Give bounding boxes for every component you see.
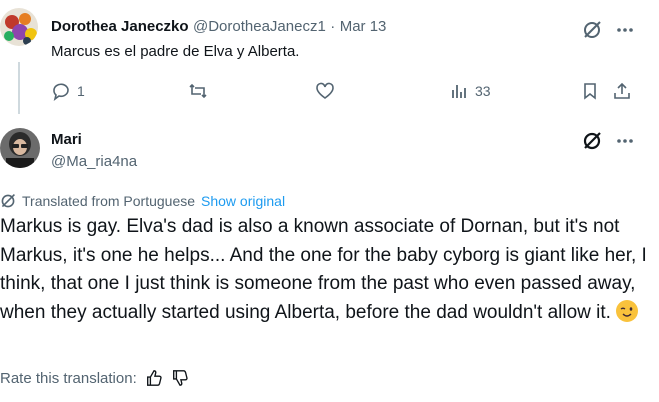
grok-icon[interactable] bbox=[582, 20, 602, 45]
retweet-button[interactable] bbox=[188, 80, 208, 102]
author-name[interactable]: Dorothea Janeczko bbox=[51, 18, 189, 35]
winking-face-emoji bbox=[616, 299, 639, 322]
thumbs-up-icon[interactable] bbox=[145, 369, 163, 387]
tweet-date[interactable]: Mar 13 bbox=[340, 18, 387, 35]
translated-label: Translated from Portuguese bbox=[22, 193, 196, 209]
author-name[interactable]: Mari bbox=[51, 131, 82, 148]
reply-button[interactable]: 1 bbox=[51, 80, 85, 102]
rate-translation: Rate this translation: bbox=[0, 369, 189, 387]
like-button[interactable] bbox=[315, 80, 335, 102]
view-count: 33 bbox=[475, 83, 491, 99]
rate-label: Rate this translation: bbox=[0, 369, 137, 387]
grok-icon[interactable] bbox=[582, 131, 602, 156]
translated-text: Markus is gay. Elva's dad is also a know… bbox=[0, 216, 647, 323]
views-button[interactable]: 33 bbox=[449, 80, 491, 102]
retweet-icon bbox=[189, 83, 207, 99]
reply-icon bbox=[53, 83, 69, 101]
avatar[interactable] bbox=[0, 8, 38, 46]
more-icon[interactable] bbox=[615, 20, 635, 45]
more-icon[interactable] bbox=[615, 131, 635, 156]
translation-notice: Translated from Portuguese Show original bbox=[0, 193, 285, 209]
thumbs-down-icon[interactable] bbox=[171, 369, 189, 387]
author-handle[interactable]: @DorotheaJanecz1 bbox=[193, 18, 326, 35]
thread-connector-line bbox=[18, 62, 20, 114]
bookmark-button[interactable] bbox=[580, 80, 600, 102]
share-button[interactable] bbox=[612, 80, 632, 102]
share-icon bbox=[614, 82, 630, 99]
tweet-text: Markus is gay. Elva's dad is also a know… bbox=[0, 213, 655, 327]
separator: · bbox=[330, 18, 336, 35]
like-icon bbox=[316, 82, 334, 99]
views-icon bbox=[452, 85, 466, 98]
avatar[interactable] bbox=[0, 128, 40, 168]
tweet-header: Dorothea Janeczko @DorotheaJanecz1 · Mar… bbox=[51, 18, 386, 36]
tweet-text: Marcus es el padre de Elva y Alberta. bbox=[51, 43, 300, 60]
reply-count: 1 bbox=[77, 83, 85, 99]
show-original-link[interactable]: Show original bbox=[201, 193, 285, 209]
grok-icon bbox=[1, 194, 15, 208]
author-handle[interactable]: @Ma_ria4na bbox=[51, 153, 137, 170]
bookmark-icon bbox=[584, 83, 596, 100]
